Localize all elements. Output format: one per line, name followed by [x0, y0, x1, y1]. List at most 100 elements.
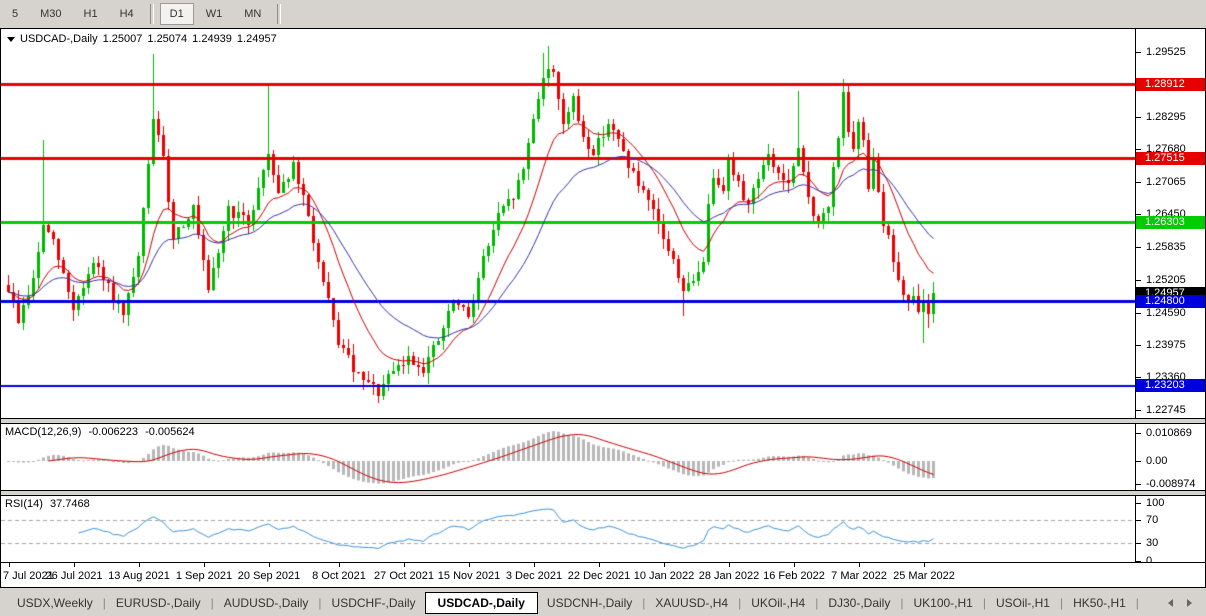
- date-tick-mark: [664, 563, 665, 567]
- rsi-canvas[interactable]: [1, 496, 1135, 562]
- chart-tab-ukoil-h4[interactable]: UKOil-,H4: [742, 592, 814, 614]
- chart-tab-uk100-h1[interactable]: UK100-,H1: [904, 592, 981, 614]
- price-tick-mark: [1136, 313, 1141, 314]
- toolbar-separator: [149, 4, 154, 24]
- date-tick-label: 26 Jul 2021: [45, 570, 103, 582]
- date-tick-mark: [204, 563, 205, 567]
- date-tick-label: 13 Aug 2021: [108, 570, 170, 582]
- tab-scroll-right-icon[interactable]: [1187, 599, 1192, 607]
- price-axis[interactable]: 1.29525 1.28295 1.27680 1.27065 1.26450 1.258…: [1135, 29, 1205, 418]
- ohlc-low: 1.24939: [192, 33, 232, 45]
- chart-tab-usdcad-daily[interactable]: USDCAD-,Daily: [424, 592, 538, 614]
- chart-tab-usdx-weekly[interactable]: USDX,Weekly: [8, 592, 102, 614]
- price-tick-label: 1.24590: [1146, 307, 1186, 319]
- price-tick-mark: [1136, 117, 1141, 118]
- timeframe-button-mn[interactable]: MN: [234, 3, 271, 25]
- chart-symbol-period: USDCAD-,Daily: [20, 33, 98, 45]
- chart-tab-audusd-daily[interactable]: AUDUSD-,Daily: [215, 592, 318, 614]
- timeframe-button-h1[interactable]: H1: [74, 3, 108, 25]
- price-tick-label: 1.27065: [1146, 176, 1186, 188]
- rsi-tick-label: 70: [1146, 514, 1159, 526]
- rsi-name: RSI(14): [5, 498, 43, 510]
- date-tick-label: 27 Oct 2021: [374, 570, 434, 582]
- macd-signal-value: -0.005624: [145, 426, 195, 438]
- price-tick-mark: [1136, 247, 1141, 248]
- date-tick-mark: [924, 563, 925, 567]
- price-tick-mark: [1136, 149, 1141, 150]
- date-tick-label: 1 Sep 2021: [175, 570, 233, 582]
- rsi-label: RSI(14) 37.7468: [5, 498, 94, 510]
- tab-separator: |: [738, 596, 742, 610]
- ohlc-open: 1.25007: [102, 33, 143, 45]
- date-tick-mark: [9, 563, 10, 567]
- date-tick-label: 20 Sep 2021: [237, 570, 301, 582]
- rsi-axis[interactable]: 100 70 30 0: [1135, 496, 1205, 562]
- price-tick-mark: [1136, 410, 1141, 411]
- timeframe-toolbar: 5 M30 H1 H4 D1 W1 MN: [0, 0, 1206, 28]
- date-tick-mark: [534, 563, 535, 567]
- chart-tab-eurusd-daily[interactable]: EURUSD-,Daily: [107, 592, 210, 614]
- macd-panel: MACD(12,26,9) -0.006223 -0.005624 0.0108…: [1, 424, 1205, 490]
- price-level-badge: 1.26303: [1136, 216, 1205, 229]
- chart-title: USDCAD-,Daily 1.25007 1.25074 1.24939 1.…: [7, 33, 282, 45]
- macd-plot-area[interactable]: MACD(12,26,9) -0.006223 -0.005624: [1, 424, 1135, 490]
- tab-separator: |: [210, 596, 214, 610]
- rsi-tick-label: 30: [1146, 537, 1159, 549]
- tab-scroll-left-icon[interactable]: [1168, 599, 1173, 607]
- macd-tick-label: -0.008974: [1146, 478, 1196, 490]
- price-tick-mark: [1136, 280, 1141, 281]
- tab-separator: |: [318, 596, 322, 610]
- date-tick-mark: [139, 563, 140, 567]
- timeframe-button-m30[interactable]: M30: [30, 3, 71, 25]
- tab-separator: |: [642, 596, 646, 610]
- price-tick-label: 1.25835: [1146, 241, 1186, 253]
- date-tick-label: 3 Dec 2021: [505, 570, 563, 582]
- timeframe-button-5[interactable]: 5: [2, 3, 28, 25]
- timeframe-button-w1[interactable]: W1: [196, 3, 233, 25]
- rsi-value: 37.7468: [49, 498, 90, 510]
- chart-tabs-bar: USDX,Weekly | EURUSD-,Daily | AUDUSD-,Daily |…: [0, 590, 1206, 616]
- date-tick-mark: [859, 563, 860, 567]
- chart-tab-usdchf-daily[interactable]: USDCHF-,Daily: [323, 592, 425, 614]
- date-tick-label: 15 Nov 2021: [437, 570, 501, 582]
- date-tick-label: 10 Jan 2022: [633, 570, 695, 582]
- price-tick-label: 1.25205: [1146, 274, 1186, 286]
- macd-tick-mark: [1136, 461, 1141, 462]
- macd-tick-label: 0.00: [1146, 455, 1168, 467]
- date-tick-label: 7 Mar 2022: [831, 570, 887, 582]
- tab-separator: |: [900, 596, 904, 610]
- timeframe-button-d1[interactable]: D1: [159, 3, 194, 25]
- toolbar-separator: [277, 4, 282, 24]
- chart-menu-icon[interactable]: [7, 36, 15, 42]
- date-tick-mark: [469, 563, 470, 567]
- rsi-panel: RSI(14) 37.7468 100 70 30 0: [1, 496, 1205, 562]
- price-chart-canvas[interactable]: [1, 29, 1135, 418]
- price-tick-mark: [1136, 214, 1141, 215]
- price-tick-label: 1.29525: [1146, 46, 1186, 58]
- price-level-badge: 1.27515: [1136, 152, 1205, 165]
- date-tick-label: 16 Feb 2022: [763, 570, 825, 582]
- chart-tab-dj30-daily[interactable]: DJ30-,Daily: [819, 592, 899, 614]
- tab-separator: |: [102, 596, 106, 610]
- chart-tab-hk50-h1[interactable]: HK50-,H1: [1064, 592, 1135, 614]
- rsi-tick-label: 100: [1146, 497, 1165, 509]
- main-plot-area[interactable]: USDCAD-,Daily 1.25007 1.25074 1.24939 1.…: [1, 29, 1135, 418]
- price-tick-label: 1.28295: [1146, 111, 1186, 123]
- price-tick-mark: [1136, 182, 1141, 183]
- rsi-plot-area[interactable]: RSI(14) 37.7468: [1, 496, 1135, 562]
- rsi-tick-mark: [1136, 503, 1141, 504]
- macd-axis[interactable]: 0.010869 0.00 -0.008974: [1135, 424, 1205, 490]
- macd-name: MACD(12,26,9): [5, 426, 82, 438]
- timeframe-button-h4[interactable]: H4: [110, 3, 144, 25]
- chart-tab-usoil-h1[interactable]: USOil-,H1: [987, 592, 1059, 614]
- date-tick-mark: [729, 563, 730, 567]
- price-tick-mark: [1136, 345, 1141, 346]
- macd-tick-mark: [1136, 484, 1141, 485]
- rsi-tick-mark: [1136, 543, 1141, 544]
- date-axis[interactable]: 7 Jul 2021 26 Jul 2021 13 Aug 2021 1 Sep 20…: [1, 562, 1205, 587]
- chart-tab-usdcnh-daily[interactable]: USDCNH-,Daily: [538, 592, 641, 614]
- tab-separator: |: [815, 596, 819, 610]
- chart-tab-xauusd-h4[interactable]: XAUUSD-,H4: [646, 592, 737, 614]
- date-tick-mark: [74, 563, 75, 567]
- price-tick-label: 1.22745: [1146, 404, 1186, 416]
